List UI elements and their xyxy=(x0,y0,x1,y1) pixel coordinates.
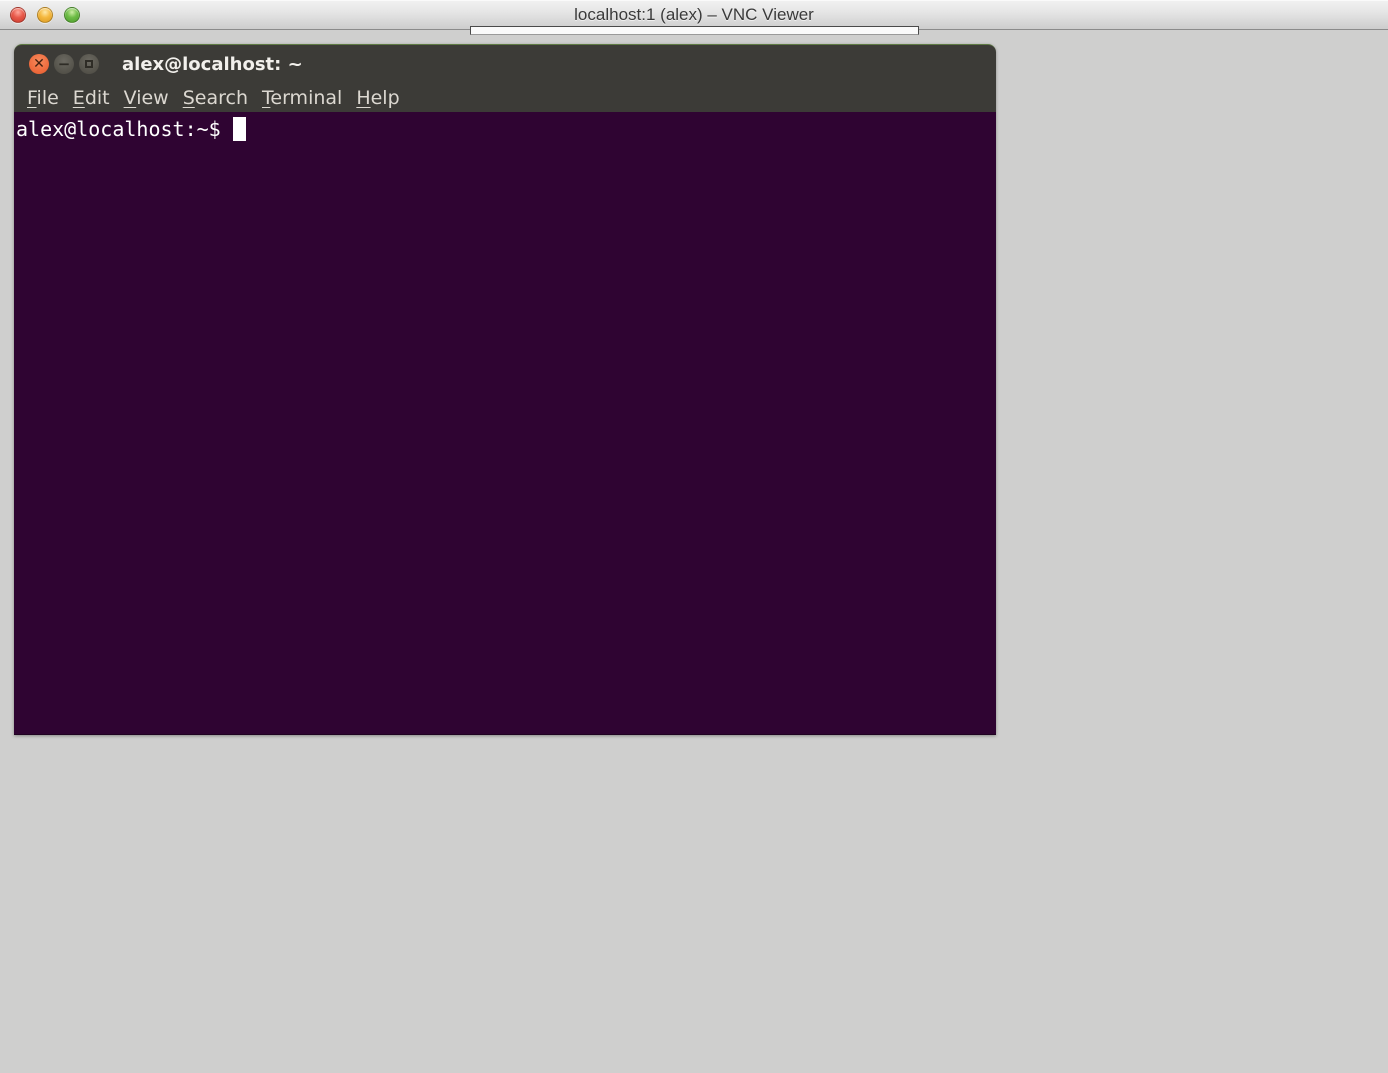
terminal-prompt-line: alex@localhost:~$ xyxy=(16,116,994,142)
menu-file[interactable]: File xyxy=(20,87,66,109)
menu-view[interactable]: View xyxy=(117,87,176,109)
terminal-minimize-button[interactable]: − xyxy=(54,54,74,74)
minimize-icon: − xyxy=(58,55,71,73)
menu-search[interactable]: Search xyxy=(176,87,255,109)
terminal-header: ✕ − alex@localhost: ~ File Edit View xyxy=(14,44,996,112)
terminal-menubar: File Edit View Search Terminal Help xyxy=(14,83,996,113)
terminal-close-button[interactable]: ✕ xyxy=(29,54,49,74)
menu-help[interactable]: Help xyxy=(349,87,406,109)
vnc-remote-desktop[interactable]: ✕ − alex@localhost: ~ File Edit View xyxy=(0,31,1388,1073)
terminal-output-area[interactable]: alex@localhost:~$ xyxy=(14,112,996,735)
maximize-icon xyxy=(85,60,93,68)
menu-terminal[interactable]: Terminal xyxy=(255,87,349,109)
terminal-maximize-button[interactable] xyxy=(79,54,99,74)
vnc-toolbar-handle[interactable] xyxy=(470,26,919,35)
terminal-prompt: alex@localhost:~$ xyxy=(16,116,221,142)
terminal-titlebar[interactable]: ✕ − alex@localhost: ~ xyxy=(14,45,996,83)
terminal-title: alex@localhost: ~ xyxy=(122,54,303,75)
close-icon: ✕ xyxy=(33,56,45,72)
menu-edit[interactable]: Edit xyxy=(66,87,117,109)
terminal-window: ✕ − alex@localhost: ~ File Edit View xyxy=(14,44,996,735)
terminal-cursor xyxy=(233,117,246,141)
